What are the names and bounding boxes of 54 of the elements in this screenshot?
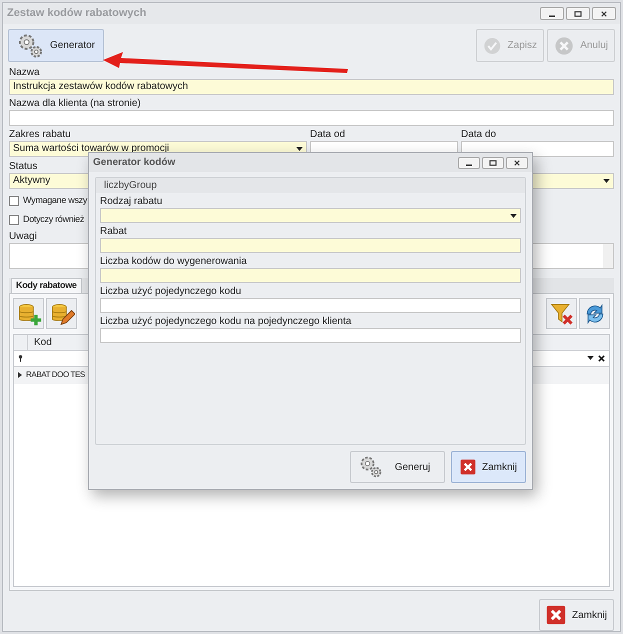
input-field[interactable]: Instrukcja zestawów kodów rabatowych	[9, 78, 614, 95]
dropdown-arrow-icon[interactable]	[510, 214, 517, 218]
maximize-icon	[574, 10, 582, 17]
close-icon	[513, 160, 521, 166]
dialog-button[interactable]: Generuj	[350, 451, 445, 483]
toolbar-button[interactable]: Generator	[8, 29, 104, 62]
dialog-button[interactable]: Zamknij	[451, 451, 526, 483]
scrollbar[interactable]	[603, 244, 613, 268]
checkbox[interactable]	[9, 196, 19, 206]
current-row-icon	[18, 372, 22, 378]
tab[interactable]: Kody rabatowe	[11, 278, 82, 293]
checkbox-label: Wymagane wszy	[23, 194, 88, 207]
input-field[interactable]	[100, 328, 521, 343]
input-field[interactable]	[9, 110, 614, 126]
field-label: Liczba użyć pojedynczego kodu na pojedynczego klienta	[100, 316, 352, 328]
field-label: Liczba kodów do wygenerowania	[100, 256, 247, 268]
checkbox-label: Dotyczy również	[23, 212, 84, 226]
gears-icon	[359, 455, 383, 479]
maximize-button[interactable]	[566, 7, 590, 20]
field-label: Uwagi	[9, 230, 37, 243]
input-field[interactable]	[100, 298, 521, 313]
close-icon	[600, 10, 608, 17]
dropdown-arrow-icon[interactable]	[603, 178, 610, 183]
minimize-button[interactable]	[540, 7, 564, 20]
gears-icon	[17, 32, 44, 60]
dropdown-field[interactable]	[100, 208, 521, 223]
input-field[interactable]	[100, 268, 521, 283]
maximize-icon	[489, 160, 497, 166]
close-button[interactable]	[592, 7, 616, 20]
maximize-button[interactable]	[482, 156, 504, 168]
field-label: Rodzaj rabatu	[100, 196, 162, 208]
field-label: Nazwa dla klienta (na stronie)	[9, 98, 141, 110]
checkbox[interactable]	[9, 214, 19, 225]
close-icon	[546, 603, 566, 627]
group-title: liczbyGroup	[104, 179, 157, 193]
field-label: Status	[9, 160, 38, 173]
filter-row-icon	[18, 354, 23, 362]
minimize-button[interactable]	[458, 156, 480, 168]
close-button[interactable]	[506, 156, 528, 168]
clear-filter-icon[interactable]	[598, 354, 605, 362]
table-cell: RABAT DOO TES	[25, 369, 85, 382]
dropdown-arrow-icon[interactable]	[587, 356, 594, 360]
field-label: Data od	[310, 128, 346, 141]
column-header[interactable]: Kod	[28, 334, 58, 350]
field-label: Liczba użyć pojedynczego kodu	[100, 286, 242, 298]
field-label: Data do	[461, 128, 496, 141]
input-field[interactable]	[100, 238, 521, 253]
field-label: Rabat	[100, 226, 127, 238]
field-label: Zakres rabatu	[9, 128, 71, 141]
dropdown-arrow-icon[interactable]	[296, 146, 303, 151]
field-label: Nazwa	[9, 66, 40, 79]
close-button[interactable]: Zamknij	[539, 599, 614, 631]
window-title: Zestaw kodów rabatowych	[7, 6, 148, 22]
dialog-title: Generator kodów	[93, 156, 176, 170]
